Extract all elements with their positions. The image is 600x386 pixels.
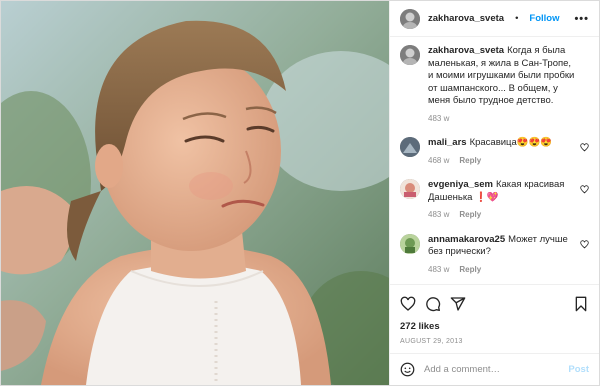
comment-body: annamakarova25 Может лучше без прически? …: [428, 234, 589, 277]
add-comment-bar: Post: [390, 352, 599, 385]
comment-username[interactable]: mali_ars: [428, 137, 467, 148]
commenter-avatar[interactable]: [400, 179, 420, 200]
more-options-button[interactable]: •••: [574, 13, 589, 25]
photo-image: [1, 1, 389, 385]
commenter-avatar[interactable]: [400, 233, 420, 254]
comment-meta: 483 w Reply: [428, 209, 575, 222]
comment-item: evgeniya_sem Какая красивая Дашенька ❗️💖 …: [400, 179, 589, 222]
comment-input[interactable]: [424, 363, 560, 375]
caption-body: zakharova_sveta Когда я была маленькая, я…: [428, 45, 589, 125]
comment-item: annamakarova25 Может лучше без прически? …: [400, 233, 589, 277]
comment-icon[interactable]: [425, 296, 441, 312]
comment-age: 468 w: [428, 155, 450, 165]
action-bar: 272 likes AUGUST 29, 2013: [390, 283, 599, 353]
instagram-post: zakharova_sveta • Follow ••• zakharova_s…: [0, 0, 600, 386]
comment-age: 483 w: [428, 264, 450, 274]
post-header: zakharova_sveta • Follow •••: [390, 1, 599, 38]
comment-text: Красавица😍😍😍: [469, 137, 553, 149]
comment-meta: 468 w Reply: [428, 155, 575, 168]
caption-avatar[interactable]: [400, 45, 420, 66]
reply-button[interactable]: Reply: [459, 209, 481, 222]
author-avatar[interactable]: [400, 8, 420, 29]
emoji-icon[interactable]: [400, 362, 415, 377]
comments-list[interactable]: zakharova_sveta Когда я была маленькая, я…: [390, 37, 599, 283]
reply-button[interactable]: Reply: [459, 264, 481, 277]
post-date[interactable]: AUGUST 29, 2013: [400, 338, 589, 345]
caption-meta: 483 w: [428, 113, 575, 126]
reply-button[interactable]: Reply: [459, 155, 481, 168]
likes-count[interactable]: 272 likes: [400, 321, 589, 332]
caption-username[interactable]: zakharova_sveta: [428, 45, 504, 56]
bookmark-icon[interactable]: [573, 296, 589, 312]
comment-item: mali_ars Красавица😍😍😍 468 w Reply: [400, 137, 589, 167]
comment-meta: 483 w Reply: [428, 264, 575, 277]
commenter-avatar[interactable]: [400, 137, 420, 158]
action-icons: [400, 291, 589, 317]
separator-dot: •: [515, 13, 519, 25]
caption-age: 483 w: [428, 113, 450, 123]
comment-age: 483 w: [428, 210, 450, 220]
comment-username[interactable]: evgeniya_sem: [428, 179, 493, 190]
follow-button[interactable]: Follow: [529, 13, 559, 24]
heart-icon[interactable]: [580, 240, 589, 249]
comment-body: mali_ars Красавица😍😍😍 468 w Reply: [428, 137, 589, 167]
heart-icon[interactable]: [580, 185, 589, 194]
heart-icon[interactable]: [580, 143, 589, 152]
post-comment-button[interactable]: Post: [568, 364, 589, 375]
post-sidebar: zakharova_sveta • Follow ••• zakharova_s…: [389, 1, 599, 385]
post-photo[interactable]: [1, 1, 389, 385]
like-heart-icon[interactable]: [400, 296, 416, 312]
comment-username[interactable]: annamakarova25: [428, 234, 505, 245]
share-icon[interactable]: [450, 296, 466, 312]
caption: zakharova_sveta Когда я была маленькая, я…: [400, 45, 589, 125]
comment-body: evgeniya_sem Какая красивая Дашенька ❗️💖 …: [428, 179, 589, 222]
author-username[interactable]: zakharova_sveta: [428, 13, 504, 24]
